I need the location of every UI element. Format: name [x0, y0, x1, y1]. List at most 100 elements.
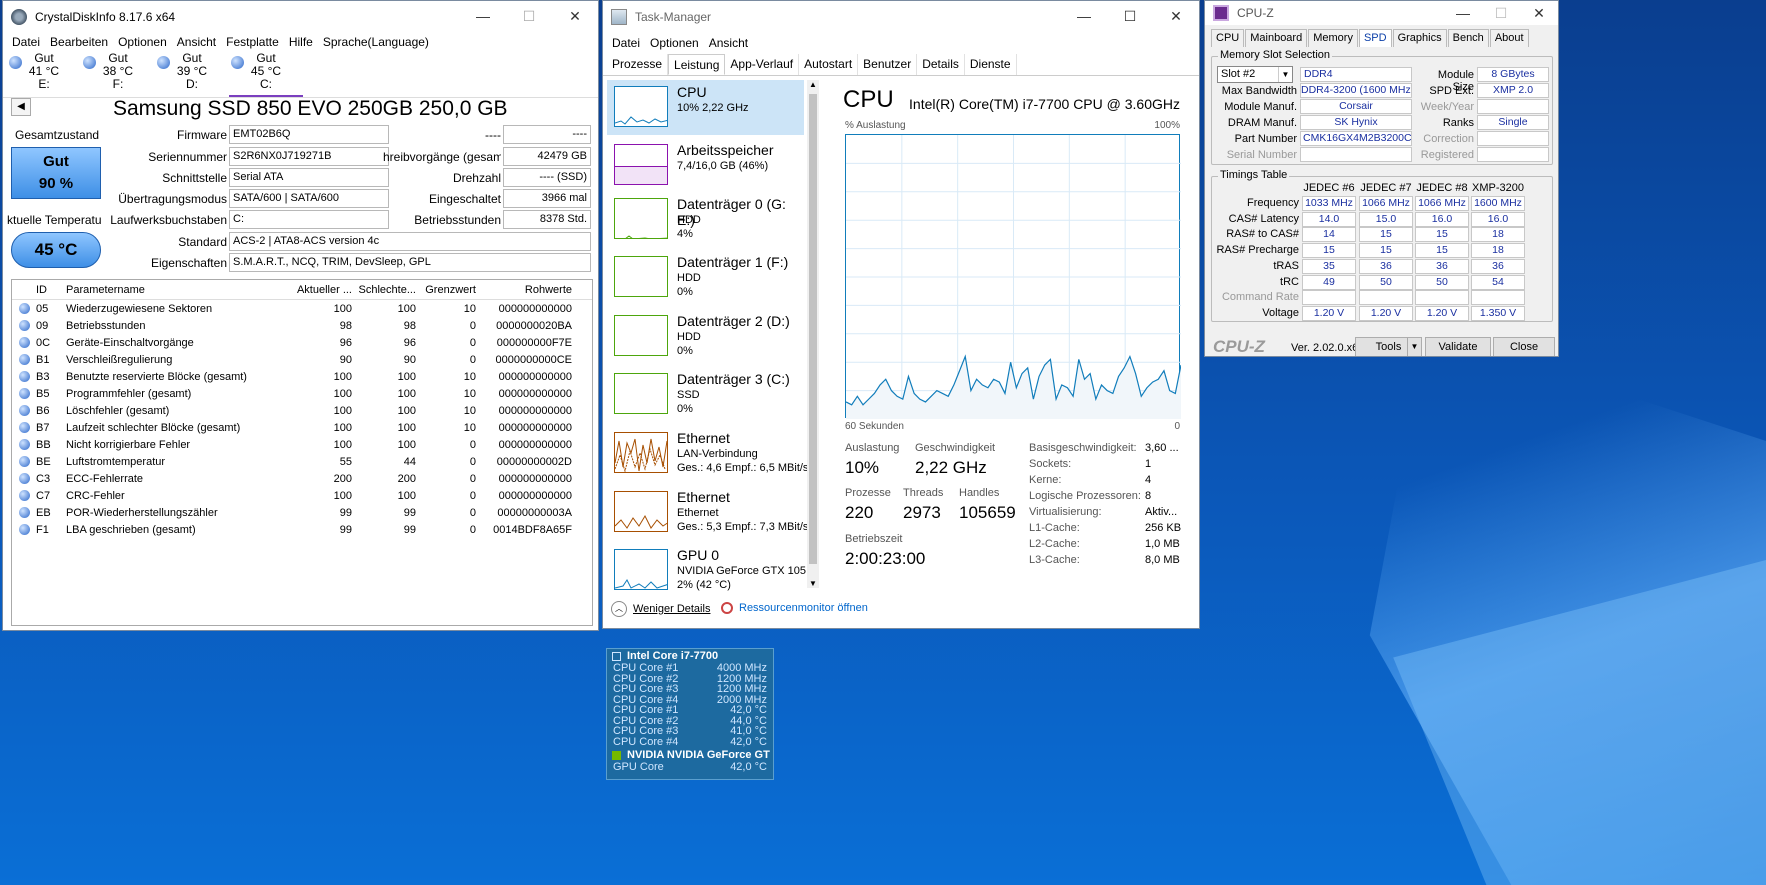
drive-tab-e[interactable]: Gut 41 °C E:	[7, 52, 81, 97]
previous-drive-button[interactable]: ◀	[11, 98, 31, 116]
tab-about[interactable]: About	[1489, 29, 1529, 47]
column-header-name[interactable]: Parametername	[66, 284, 292, 296]
close-icon[interactable]: ✕	[1520, 5, 1558, 22]
tab-mainboard[interactable]: Mainboard	[1245, 29, 1308, 47]
smart-cell: Löschfehler (gesamt)	[66, 404, 170, 417]
perf-item-ethernet-2[interactable]: Ethernet Ethernet Ges.: 5,3 Empf.: 7,3 M…	[607, 485, 808, 540]
drive-tab-d[interactable]: Gut 39 °C D:	[155, 52, 229, 97]
gpu-chip-icon	[612, 751, 621, 760]
spd-ext-label: SPD Ext.	[1429, 85, 1474, 97]
perf-item-disk-1[interactable]: Datenträger 1 (F:) HDD 0%	[607, 250, 804, 305]
timing-cell: 1.350 V	[1471, 305, 1525, 321]
menu-ansicht[interactable]: Ansicht	[709, 36, 748, 50]
handles-value: 105659	[959, 503, 1016, 522]
validate-button[interactable]: Validate	[1425, 337, 1491, 356]
close-button[interactable]: Close	[1493, 337, 1555, 356]
tab-graphics[interactable]: Graphics	[1392, 29, 1447, 47]
perf-item-disk-3[interactable]: Datenträger 3 (C:) SSD 0%	[607, 367, 804, 422]
sensor-row: CPU Core #3 1200 MHz	[613, 683, 767, 695]
fewer-details-button[interactable]: ︿ Weniger Details	[611, 601, 710, 617]
chevron-down-icon: ▼	[1407, 338, 1421, 356]
table-row[interactable]: B1 Verschleißregulierung 90 90 0 0000000000CE	[12, 351, 592, 368]
tab-bench[interactable]: Bench	[1447, 29, 1489, 47]
smart-cell: 100	[333, 421, 352, 434]
column-header-current[interactable]: Aktueller ...	[292, 284, 356, 296]
menu-ansicht[interactable]: Ansicht	[177, 35, 216, 49]
menu-optionen[interactable]: Optionen	[650, 36, 699, 50]
table-row[interactable]: F1 LBA geschrieben (gesamt) 99 99 0 0014BDF8A…	[12, 521, 592, 538]
column-header-id[interactable]: ID	[36, 284, 66, 296]
scrollbar-thumb[interactable]	[809, 94, 817, 564]
drive-letters-label: Laufwerksbuchstaben	[110, 213, 227, 227]
table-row[interactable]: BE Luftstromtemperatur 55 44 0 00000000002D	[12, 453, 592, 470]
menu-optionen[interactable]: Optionen	[118, 35, 167, 49]
scroll-up-icon[interactable]: ▲	[807, 80, 819, 89]
drive-tab-c[interactable]: Gut 45 °C C:	[229, 52, 303, 97]
menu-datei[interactable]: Datei	[12, 35, 40, 49]
window-title: Task-Manager	[635, 9, 712, 24]
tab-benutzer[interactable]: Benutzer	[858, 54, 918, 75]
minimize-icon[interactable]: —	[1444, 5, 1482, 22]
resource-monitor-link[interactable]: Ressourcenmonitor öffnen	[721, 602, 868, 614]
status-dot-icon	[18, 354, 30, 365]
perf-item-cpu[interactable]: CPU 10% 2,22 GHz	[607, 80, 804, 135]
tab-dienste[interactable]: Dienste	[965, 54, 1017, 75]
table-row[interactable]: B5 Programmfehler (gesamt) 100 100 10 0000000…	[12, 385, 592, 402]
close-icon[interactable]: ✕	[552, 8, 598, 25]
timing-cell: 36	[1359, 258, 1413, 274]
maximize-icon[interactable]: ☐	[1107, 8, 1153, 25]
status-dot-icon	[18, 490, 30, 501]
table-row[interactable]: C7 CRC-Fehler 100 100 0 000000000000	[12, 487, 592, 504]
gpu-sensor-heading: NVIDIA NVIDIA GeForce GT	[607, 748, 773, 762]
tab-memory[interactable]: Memory	[1308, 29, 1358, 47]
column-header-threshold[interactable]: Grenzwert	[420, 284, 480, 296]
table-row[interactable]: C3 ECC-Fehlerrate 200 200 0 000000000000	[12, 470, 592, 487]
maximize-icon[interactable]: ☐	[506, 8, 552, 25]
power-on-hours-label: Betriebsstunden	[414, 213, 501, 227]
smart-cell: Nicht korrigierbare Fehler	[66, 438, 191, 451]
menu-bearbeiten[interactable]: Bearbeiten	[50, 35, 108, 49]
tab-spd[interactable]: SPD	[1358, 29, 1392, 47]
table-row[interactable]: B3 Benutzte reservierte Blöcke (gesamt) 10…	[12, 368, 592, 385]
scroll-down-icon[interactable]: ▼	[807, 579, 819, 588]
table-row[interactable]: B6 Löschfehler (gesamt) 100 100 10 0000000000…	[12, 402, 592, 419]
maximize-icon[interactable]: ☐	[1482, 5, 1520, 22]
usage-label: Auslastung	[845, 442, 900, 454]
menu-sprache[interactable]: Sprache(Language)	[323, 35, 429, 49]
column-header-worst[interactable]: Schlechte...	[356, 284, 420, 296]
table-row[interactable]: B7 Laufzeit schlechter Blöcke (gesamt) 100…	[12, 419, 592, 436]
menu-datei[interactable]: Datei	[612, 36, 640, 50]
tab-cpu[interactable]: CPU	[1211, 29, 1245, 47]
smart-cell: 99	[403, 506, 416, 519]
tab-autostart[interactable]: Autostart	[799, 54, 859, 75]
table-row[interactable]: BB Nicht korrigierbare Fehler 100 100 0 00000…	[12, 436, 592, 453]
column-header-raw[interactable]: Rohwerte	[480, 284, 576, 296]
detail-value: 256 KB	[1145, 522, 1182, 534]
table-row[interactable]: 09 Betriebsstunden 98 98 0 0000000020BA	[12, 317, 592, 334]
task-manager-app-icon	[611, 8, 627, 25]
perf-item-disk-2[interactable]: Datenträger 2 (D:) HDD 0%	[607, 309, 804, 364]
minimize-icon[interactable]: —	[460, 8, 506, 25]
tab-details[interactable]: Details	[917, 54, 965, 75]
perf-item-gpu[interactable]: GPU 0 NVIDIA GeForce GTX 105... 2% (42 °…	[607, 543, 815, 598]
minimize-icon[interactable]: —	[1061, 8, 1107, 25]
tools-button[interactable]: Tools ▼	[1355, 337, 1422, 356]
perf-item-memory[interactable]: Arbeitsspeicher 7,4/16,0 GB (46%)	[607, 138, 804, 193]
perf-item-disk-0[interactable]: Datenträger 0 (G: E:) HDD 4%	[607, 192, 804, 247]
sidebar-scrollbar[interactable]: ▲ ▼	[807, 80, 819, 588]
status-dot-icon	[18, 473, 30, 484]
slot-select[interactable]: Slot #2 ▼	[1217, 66, 1293, 83]
tab-leistung[interactable]: Leistung	[668, 54, 726, 75]
table-row[interactable]: 05 Wiederzugewiesene Sektoren 100 100 10 0000…	[12, 300, 592, 317]
tab-prozesse[interactable]: Prozesse	[607, 54, 669, 75]
perf-item-ethernet-1[interactable]: Ethernet LAN-Verbindung Ges.: 4,6 Empf.:…	[607, 426, 808, 481]
tab-app-verlauf[interactable]: App-Verlauf	[725, 54, 800, 75]
menu-hilfe[interactable]: Hilfe	[289, 35, 313, 49]
smart-cell: 0	[469, 353, 476, 366]
table-row[interactable]: 0C Geräte-Einschaltvorgänge 96 96 0 000000000…	[12, 334, 592, 351]
table-row[interactable]: EB POR-Wiederherstellungszähler 99 99 0 00000…	[12, 504, 592, 521]
close-icon[interactable]: ✕	[1153, 8, 1199, 25]
drive-tab-f[interactable]: Gut 38 °C F:	[81, 52, 155, 97]
menu-festplatte[interactable]: Festplatte	[226, 35, 279, 49]
serial-value: S2R6NX0J719271B	[229, 147, 389, 166]
